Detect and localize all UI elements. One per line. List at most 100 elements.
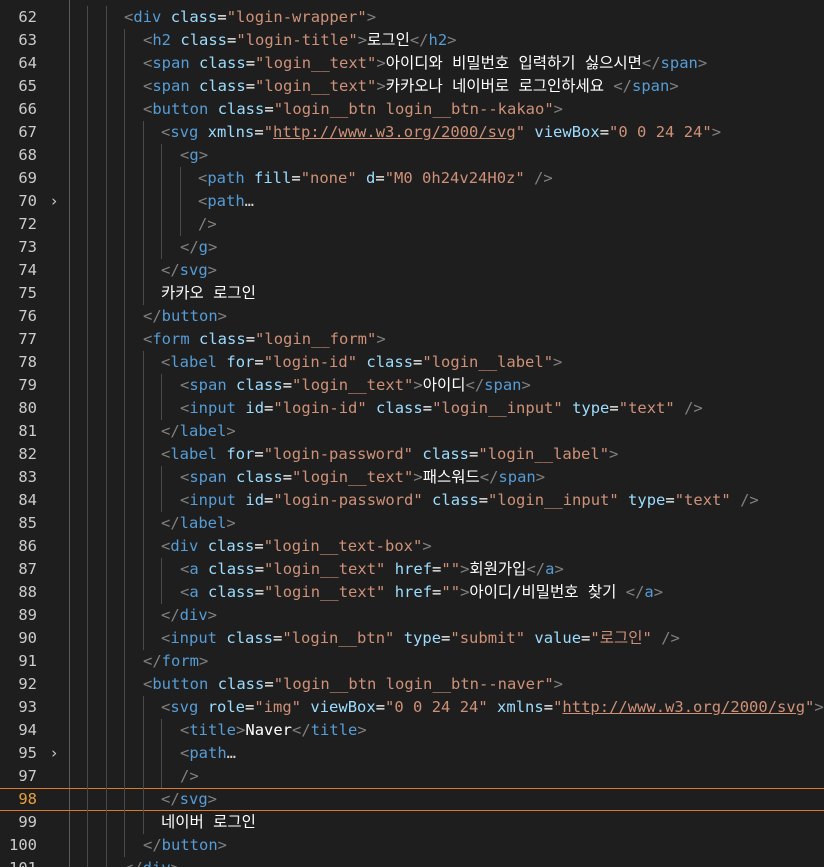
code-line[interactable]: 64 <span class="login__text">아이디와 비밀번호 입력…: [0, 52, 824, 75]
code-token: "login__input": [488, 491, 619, 509]
code-token: >: [422, 537, 432, 555]
line-number: 86: [18, 537, 37, 555]
indent-guide: [124, 489, 125, 512]
code-line[interactable]: 81 </label>: [0, 420, 824, 443]
code-token: class: [236, 468, 283, 486]
code-line[interactable]: 91 </form>: [0, 650, 824, 673]
indent-guide: [124, 742, 125, 765]
code-token: />: [740, 491, 759, 509]
code-token: …: [226, 744, 237, 762]
code-line[interactable]: 92 <button class="login__btn login__btn--…: [0, 673, 824, 696]
code-token: "0 0 24 24": [385, 698, 488, 716]
code-line[interactable]: 79 <span class="login__text">아이디</span>: [0, 374, 824, 397]
code-line[interactable]: 63 <h2 class="login-title">로그인</h2>: [0, 29, 824, 52]
indent-guide: [106, 144, 107, 167]
code-text: <svg xmlns="http://www.w3.org/2000/svg" …: [161, 121, 721, 144]
code-token: span: [498, 468, 536, 486]
line-number: 99: [18, 813, 37, 831]
indent-guide: [106, 627, 107, 650]
indent-guide: [124, 535, 125, 558]
code-line[interactable]: 77 <form class="login__form">: [0, 328, 824, 351]
code-token: role: [207, 698, 246, 716]
indent-guide: [143, 144, 144, 167]
code-token: "login__text": [264, 560, 386, 578]
code-line[interactable]: 82 <label for="login-password" class="log…: [0, 443, 824, 466]
indent-guide: [87, 328, 88, 351]
code-token: span: [632, 77, 670, 95]
code-editor[interactable]: 62 <div class="login-wrapper"> 63 <h2 class…: [0, 0, 824, 867]
indent-guide: [143, 765, 144, 788]
code-line[interactable]: 95 › <path…: [0, 742, 824, 765]
code-token: 패스워드: [422, 468, 480, 486]
code-token: xmlns: [207, 123, 255, 141]
fold-chevron-icon[interactable]: ›: [48, 190, 60, 213]
code-token: =: [375, 698, 386, 716]
code-token: ": [805, 698, 815, 716]
code-token: h2: [152, 31, 172, 49]
code-token: "login__text": [292, 468, 414, 486]
code-line[interactable]: 75 카카오 로그인: [0, 282, 824, 305]
line-number: 74: [18, 261, 37, 279]
code-line[interactable]: 94 <title>Naver</title>: [0, 719, 824, 742]
code-line[interactable]: 87 <a class="login__text" href="">회원가입</a…: [0, 558, 824, 581]
code-line[interactable]: 97 />: [0, 765, 824, 788]
code-line[interactable]: 85 </label>: [0, 512, 824, 535]
code-line[interactable]: 99 네이버 로그인: [0, 811, 824, 834]
code-line[interactable]: 84 <input id="login-password" class="logi…: [0, 489, 824, 512]
code-token: >: [711, 123, 722, 141]
code-token: >: [207, 790, 218, 808]
code-token: span: [152, 54, 190, 72]
code-token: =: [282, 468, 293, 486]
code-line[interactable]: 80 <input id="login-id" class="login__inp…: [0, 397, 824, 420]
code-line[interactable]: 101 </div>: [0, 857, 824, 867]
fold-chevron-icon[interactable]: ›: [48, 742, 60, 765]
code-token: =: [609, 399, 619, 417]
code-line[interactable]: 72 />: [0, 213, 824, 236]
code-line[interactable]: 78 <label for="login-id" class="login__la…: [0, 351, 824, 374]
code-line[interactable]: 68 <g>: [0, 144, 824, 167]
code-token: class: [207, 537, 255, 555]
code-token: label: [170, 353, 218, 371]
line-number: 76: [18, 307, 37, 325]
code-line[interactable]: 73 </g>: [0, 236, 824, 259]
indent-guide: [124, 466, 125, 489]
code-line[interactable]: 69 <path fill="none" d="M0 0h24v24H0z" />: [0, 167, 824, 190]
code-line[interactable]: 89 </div>: [0, 604, 824, 627]
indent-guide: [87, 765, 88, 788]
code-token: >: [553, 353, 563, 371]
indent-guide: [124, 328, 125, 351]
code-token: type: [572, 399, 610, 417]
indent-guide: [87, 512, 88, 535]
code-line[interactable]: 65 <span class="login__text">카카오나 네이버로 로그…: [0, 75, 824, 98]
code-token: "": [441, 560, 461, 578]
code-line[interactable]: 93 <svg role="img" viewBox="0 0 24 24" xm…: [0, 696, 824, 719]
indent-guide: [87, 167, 88, 190]
code-line[interactable]: 74 </svg>: [0, 259, 824, 282]
code-token: href: [394, 583, 433, 601]
code-text: <span class="login__text">아이디와 비밀번호 입력하기…: [143, 52, 707, 75]
indent-guide: [87, 397, 88, 420]
code-line[interactable]: 66 <button class="login__btn login__btn--…: [0, 98, 824, 121]
line-number: 88: [18, 583, 37, 601]
code-line[interactable]: 86 <div class="login__text-box">: [0, 535, 824, 558]
code-line[interactable]: 62 <div class="login-wrapper">: [0, 6, 824, 29]
code-line[interactable]: 76 </button>: [0, 305, 824, 328]
indent-guide: [106, 236, 107, 259]
code-line[interactable]: 100 </button>: [0, 834, 824, 857]
code-line[interactable]: 67 <svg xmlns="http://www.w3.org/2000/svg…: [0, 121, 824, 144]
indent-guide: [87, 52, 88, 75]
code-line[interactable]: 90 <input class="login__btn" type="submit…: [0, 627, 824, 650]
indent-guide: [143, 558, 144, 581]
code-line[interactable]: 88 <a class="login__text" href="">아이디/비밀번…: [0, 581, 824, 604]
indent-guide: [161, 144, 162, 167]
code-line[interactable]: 98 </svg>: [0, 788, 824, 811]
code-token: <: [143, 31, 153, 49]
line-number: 70: [18, 192, 37, 210]
code-line[interactable]: 70 › <path…: [0, 190, 824, 213]
code-line[interactable]: 83 <span class="login__text">패스워드</span>: [0, 466, 824, 489]
code-text: </form>: [143, 650, 208, 673]
code-token: <: [180, 146, 190, 164]
code-token: span: [189, 468, 227, 486]
